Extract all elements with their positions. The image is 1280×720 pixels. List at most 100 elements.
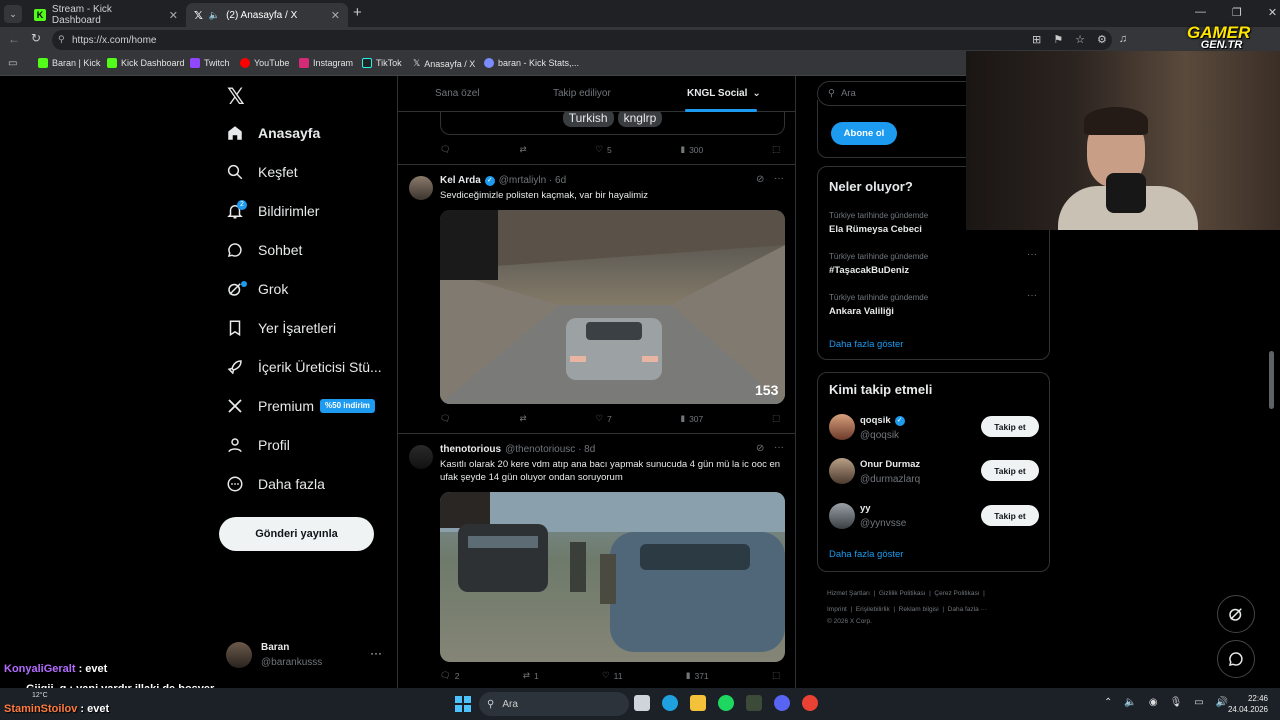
follow-name-row[interactable]: qoqsik ✓: [860, 415, 905, 426]
new-tab-icon[interactable]: +: [353, 4, 362, 21]
more-icon[interactable]: ···: [774, 173, 784, 184]
avatar[interactable]: [829, 503, 855, 529]
discord-tray-icon[interactable]: ◉: [1149, 697, 1158, 708]
translate-icon[interactable]: ⚑: [1053, 33, 1063, 46]
avatar[interactable]: [409, 445, 433, 469]
tweet-video[interactable]: [440, 492, 785, 662]
tab-for-you[interactable]: Sana özel: [435, 88, 479, 99]
mic-icon[interactable]: 🎙: [1170, 697, 1183, 708]
site-info-icon[interactable]: ⚲: [58, 34, 65, 45]
bookmark-icon[interactable]: ⬚: [772, 670, 780, 681]
bookmark-instagram[interactable]: Instagram: [299, 58, 353, 68]
account-switcher[interactable]: Baran @barankusss ···: [226, 638, 386, 672]
minimize-icon[interactable]: —: [1195, 6, 1206, 19]
weather-widget[interactable]: 12°C: [32, 692, 48, 699]
extensions-icon[interactable]: ⚙: [1097, 33, 1107, 46]
bookmark-twitch[interactable]: Twitch: [190, 58, 230, 68]
sidebar-item-home[interactable]: Anasayfa: [226, 124, 320, 142]
tweet-video[interactable]: 153: [440, 210, 785, 404]
trend-item[interactable]: Türkiye tarihinde gündemde #TaşacakBuDen…: [829, 252, 1039, 276]
scrollbar[interactable]: [1269, 351, 1274, 409]
tab-list-chevron-icon[interactable]: ⌄: [4, 5, 22, 23]
sidebar-item-explore[interactable]: Keşfet: [226, 163, 298, 181]
sidebar-item-premium[interactable]: Premium: [226, 397, 314, 415]
reply-button[interactable]: 🗨 2: [440, 670, 460, 681]
more-icon[interactable]: ···: [1027, 249, 1037, 260]
tweet[interactable]: Kel Arda ✓ @mrtaliyln · 6d ⊘ ··· Sevdice…: [398, 165, 795, 434]
spotify-icon[interactable]: [718, 695, 734, 711]
discord-icon[interactable]: [774, 695, 790, 711]
taskbar-search[interactable]: ⚲ Ara: [479, 692, 629, 716]
show-more-link[interactable]: Daha fazla göster: [829, 549, 903, 560]
bookmark-kick-dashboard[interactable]: Kick Dashboard: [107, 58, 185, 68]
footer-line[interactable]: Hizmet Şartları | Gizlilik Politikası | …: [827, 586, 1042, 602]
avatar[interactable]: [829, 458, 855, 484]
tweet-handle[interactable]: @mrtaliyln · 6d: [499, 175, 566, 186]
sidebar-item-creator-studio[interactable]: İçerik Üreticisi Stü...: [226, 358, 382, 376]
grok-float-button[interactable]: [1217, 595, 1255, 633]
star-icon[interactable]: ☆: [1075, 33, 1085, 46]
follow-name[interactable]: yy: [860, 503, 871, 514]
back-icon[interactable]: ←: [8, 32, 20, 46]
edge-icon[interactable]: [662, 695, 678, 711]
reply-icon[interactable]: 🗨: [440, 144, 451, 155]
tweet-handle[interactable]: @thenotoriousc · 8d: [505, 444, 595, 455]
tab-kngl-social[interactable]: KNGL Social ⌄: [687, 88, 761, 99]
start-button[interactable]: [455, 696, 471, 712]
retweet-icon[interactable]: ⇄: [520, 413, 527, 424]
show-more-link[interactable]: Daha fazla göster: [829, 339, 903, 350]
like-button[interactable]: ♡ 5: [595, 144, 611, 155]
sidebar-item-more[interactable]: Daha fazla: [226, 475, 325, 493]
more-icon[interactable]: ···: [370, 646, 382, 660]
post-button[interactable]: Gönderi yayınla: [219, 517, 374, 551]
tab-search-icon[interactable]: ▭: [8, 58, 17, 69]
tab-x-home[interactable]: 𝕏 🔈 (2) Anasayfa / X ✕: [186, 3, 348, 27]
like-button[interactable]: ♡ 7: [595, 413, 611, 424]
follow-name[interactable]: Onur Durmaz: [860, 459, 920, 470]
bookmark-icon[interactable]: ⬚: [772, 144, 780, 155]
bookmark-tiktok[interactable]: TikTok: [362, 58, 402, 68]
media-icon[interactable]: ♫: [1119, 33, 1127, 46]
chevron-up-icon[interactable]: ⌃: [1104, 697, 1112, 708]
tweet[interactable]: thenotorious @thenotoriousc · 8d ⊘ ··· K…: [398, 434, 795, 688]
network-icon[interactable]: ▭: [1194, 697, 1203, 708]
bookmark-baran-kick[interactable]: Baran | Kick: [38, 58, 100, 68]
restore-icon[interactable]: ❐: [1232, 6, 1242, 19]
avatar[interactable]: [829, 414, 855, 440]
follow-button[interactable]: Takip et: [981, 460, 1039, 481]
tab-kick-dashboard[interactable]: K Stream - Kick Dashboard ✕: [26, 3, 186, 27]
file-explorer-icon[interactable]: [690, 695, 706, 711]
views-button[interactable]: ▮ 307: [680, 413, 703, 424]
tab-following[interactable]: Takip ediliyor: [553, 88, 611, 99]
url-field[interactable]: ⚲ https://x.com/home: [52, 30, 1112, 50]
sidebar-item-grok[interactable]: Grok: [226, 280, 288, 298]
chrome-icon[interactable]: [802, 695, 818, 711]
more-icon[interactable]: ···: [1027, 290, 1037, 301]
close-icon[interactable]: ✕: [331, 9, 340, 22]
follow-button[interactable]: Takip et: [981, 505, 1039, 526]
retweet-button[interactable]: ⇄ 1: [523, 670, 539, 681]
bookmark-icon[interactable]: ⬚: [772, 413, 780, 424]
trend-item[interactable]: Türkiye tarihinde gündemde Ankara Valili…: [829, 293, 1039, 317]
sidebar-item-bookmarks[interactable]: Yer İşaretleri: [226, 319, 336, 337]
close-window-icon[interactable]: ✕: [1268, 6, 1277, 19]
retweet-icon[interactable]: ⇄: [520, 144, 527, 155]
bookmark-x[interactable]: 𝕏 Anasayfa / X: [413, 58, 475, 69]
tweet-author[interactable]: Kel Arda: [440, 175, 481, 186]
speaker-icon[interactable]: 🔈: [1124, 697, 1136, 708]
app-icon[interactable]: [746, 695, 762, 711]
install-icon[interactable]: ⊞: [1032, 33, 1041, 46]
views-button[interactable]: ▮ 371: [686, 670, 709, 681]
subscribe-button[interactable]: Abone ol: [831, 122, 897, 145]
follow-button[interactable]: Takip et: [981, 416, 1039, 437]
clock[interactable]: 22:46 24.04.2026: [1222, 693, 1268, 715]
task-view-icon[interactable]: [634, 695, 650, 711]
reload-icon[interactable]: ↻: [31, 31, 41, 45]
reply-icon[interactable]: 🗨: [440, 413, 451, 424]
avatar[interactable]: [409, 176, 433, 200]
tweet-partial[interactable]: Turkish knglrp 🗨 ⇄ ♡ 5 ▮ 300 ⬚: [398, 102, 795, 165]
grok-icon[interactable]: ⊘: [756, 443, 764, 454]
close-icon[interactable]: ✕: [169, 9, 178, 22]
bookmark-youtube[interactable]: YouTube: [240, 58, 289, 68]
sidebar-item-profile[interactable]: Profil: [226, 436, 290, 454]
